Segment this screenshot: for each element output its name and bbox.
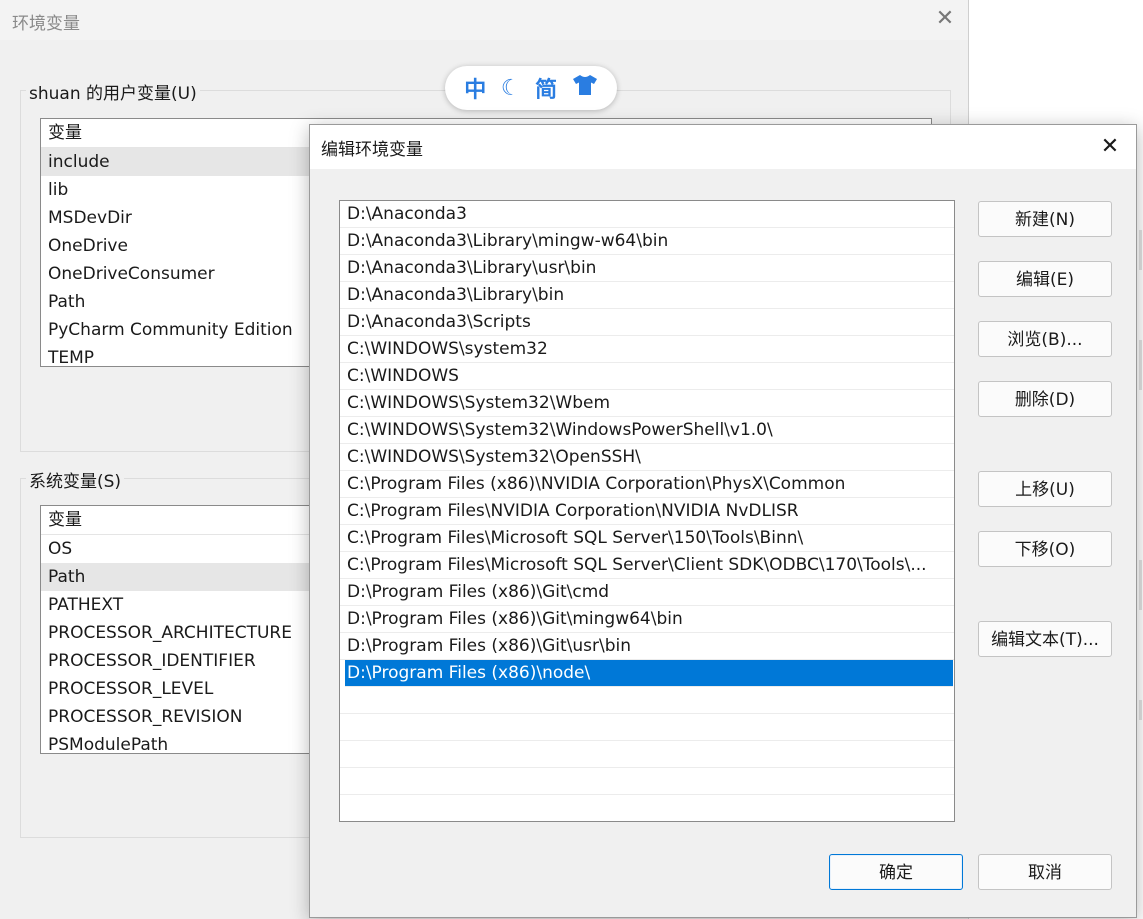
bg-titlebar: 环境变量 ✕ (0, 0, 968, 40)
path-entry[interactable]: C:\WINDOWS\System32\OpenSSH\ (340, 444, 954, 471)
path-entry[interactable]: C:\WINDOWS\System32\Wbem (340, 390, 954, 417)
edge-mark (1139, 560, 1142, 610)
empty-row[interactable] (340, 714, 954, 741)
edge-mark (1139, 700, 1142, 720)
path-entry[interactable]: C:\Program Files\Microsoft SQL Server\Cl… (340, 552, 954, 579)
edit-env-var-dialog: 编辑环境变量 ✕ D:\Anaconda3 D:\Anaconda3\Librar… (309, 124, 1137, 918)
edit-button[interactable]: 编辑(E) (978, 261, 1112, 297)
path-entry[interactable]: D:\Program Files (x86)\node\ (345, 660, 953, 687)
user-vars-label: shuan 的用户变量(U) (26, 79, 200, 104)
path-entry[interactable]: C:\Program Files\NVIDIA Corporation\NVID… (340, 498, 954, 525)
new-button[interactable]: 新建(N) (978, 201, 1112, 237)
edge-mark (1139, 340, 1142, 390)
path-entry[interactable]: C:\WINDOWS\System32\WindowsPowerShell\v1… (340, 417, 954, 444)
bg-close-icon[interactable]: ✕ (932, 6, 958, 32)
path-entry[interactable]: C:\WINDOWS (340, 363, 954, 390)
edit-text-button[interactable]: 编辑文本(T)... (978, 621, 1112, 657)
path-entry[interactable]: D:\Program Files (x86)\Git\cmd (340, 579, 954, 606)
cancel-button[interactable]: 取消 (978, 854, 1112, 890)
delete-button[interactable]: 删除(D) (978, 381, 1112, 417)
move-down-button[interactable]: 下移(O) (978, 531, 1112, 567)
path-entry[interactable]: D:\Program Files (x86)\Git\usr\bin (340, 633, 954, 660)
tshirt-icon[interactable] (572, 74, 598, 102)
ok-button[interactable]: 确定 (829, 854, 963, 890)
empty-row[interactable] (340, 741, 954, 768)
path-entry[interactable]: C:\Program Files\Microsoft SQL Server\15… (340, 525, 954, 552)
system-vars-label: 系统变量(S) (26, 467, 125, 492)
empty-row[interactable] (340, 795, 954, 821)
path-entry[interactable]: D:\Anaconda3\Scripts (340, 309, 954, 336)
empty-row[interactable] (340, 687, 954, 714)
ime-charset-toggle[interactable]: 简 (535, 72, 557, 104)
path-entry[interactable]: D:\Anaconda3\Library\mingw-w64\bin (340, 228, 954, 255)
close-icon[interactable]: ✕ (1096, 133, 1124, 161)
path-entry[interactable]: C:\WINDOWS\system32 (340, 336, 954, 363)
ime-toolbar: 中 ☾ 简 (445, 66, 617, 110)
move-up-button[interactable]: 上移(U) (978, 471, 1112, 507)
dialog-titlebar: 编辑环境变量 ✕ (310, 125, 1136, 169)
path-entry[interactable]: D:\Program Files (x86)\Git\mingw64\bin (340, 606, 954, 633)
empty-row[interactable] (340, 768, 954, 795)
bg-window-title: 环境变量 (12, 14, 80, 34)
dialog-title: 编辑环境变量 (321, 140, 423, 160)
edge-mark (1139, 230, 1142, 270)
path-entry[interactable]: C:\Program Files (x86)\NVIDIA Corporatio… (340, 471, 954, 498)
moon-icon[interactable]: ☾ (501, 76, 521, 101)
path-entry[interactable]: D:\Anaconda3 (340, 201, 954, 228)
path-list[interactable]: D:\Anaconda3 D:\Anaconda3\Library\mingw-w… (339, 200, 955, 822)
tshirt-icon-svg (572, 75, 597, 95)
browse-button[interactable]: 浏览(B)... (978, 321, 1112, 357)
ime-mode-toggle[interactable]: 中 (464, 72, 486, 104)
path-entry[interactable]: D:\Anaconda3\Library\usr\bin (340, 255, 954, 282)
path-entry[interactable]: D:\Anaconda3\Library\bin (340, 282, 954, 309)
